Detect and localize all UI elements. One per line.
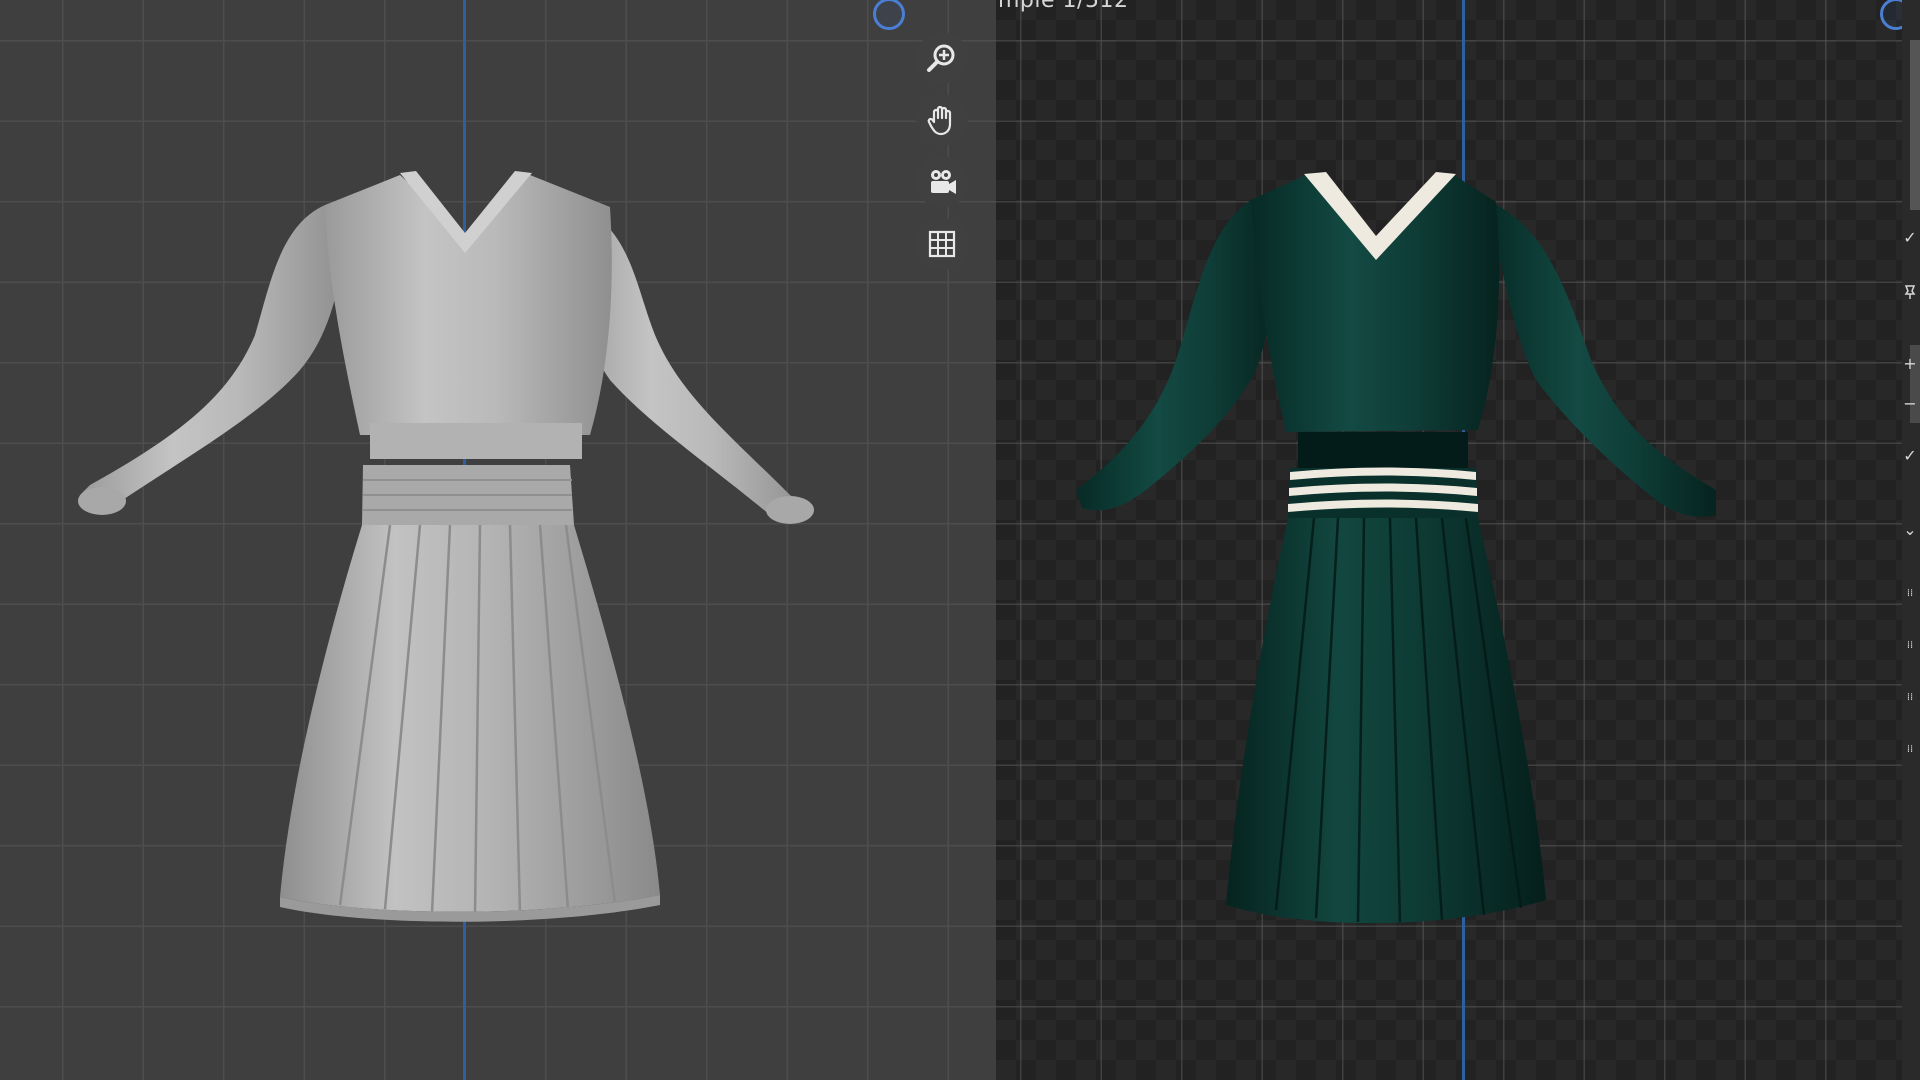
rendered-garment-model [1076, 172, 1716, 924]
drag-handle-icon-3[interactable]: ⁞⁞ [1902, 690, 1918, 706]
camera-view-button[interactable] [916, 156, 968, 208]
zoom-in-icon [927, 44, 955, 72]
render-sample-counter: mple 1/512 [998, 0, 1129, 13]
viewport-navigation-tools [916, 32, 968, 270]
chevron-down-icon[interactable]: ⌄ [1902, 522, 1918, 538]
drag-handle-icon-1[interactable]: ⁞⁞ [1902, 586, 1918, 602]
rendered-viewport[interactable] [996, 0, 1920, 1080]
clay-garment-model [78, 171, 814, 922]
grid-icon [928, 230, 956, 258]
drag-handle-icon-4[interactable]: ⁞⁞ [1902, 742, 1918, 758]
ortho-toggle-button[interactable] [916, 218, 968, 270]
check-icon[interactable]: ✓ [1902, 230, 1918, 246]
plus-icon[interactable]: + [1902, 356, 1918, 372]
zoom-button[interactable] [916, 32, 968, 84]
pan-button[interactable] [916, 94, 968, 146]
properties-side-strip: ✓ + − ✓ ⌄ ⁞⁞ ⁞⁞ ⁞⁞ ⁞⁞ [1902, 0, 1920, 1080]
check-icon-2[interactable]: ✓ [1902, 448, 1918, 464]
hand-icon [927, 105, 952, 136]
drag-handle-icon-2[interactable]: ⁞⁞ [1902, 638, 1918, 654]
pin-icon[interactable] [1902, 284, 1918, 300]
scrollbar-top[interactable] [1910, 40, 1920, 210]
camera-icon [931, 170, 956, 194]
minus-icon[interactable]: − [1902, 396, 1918, 412]
solid-viewport[interactable] [0, 0, 996, 1080]
